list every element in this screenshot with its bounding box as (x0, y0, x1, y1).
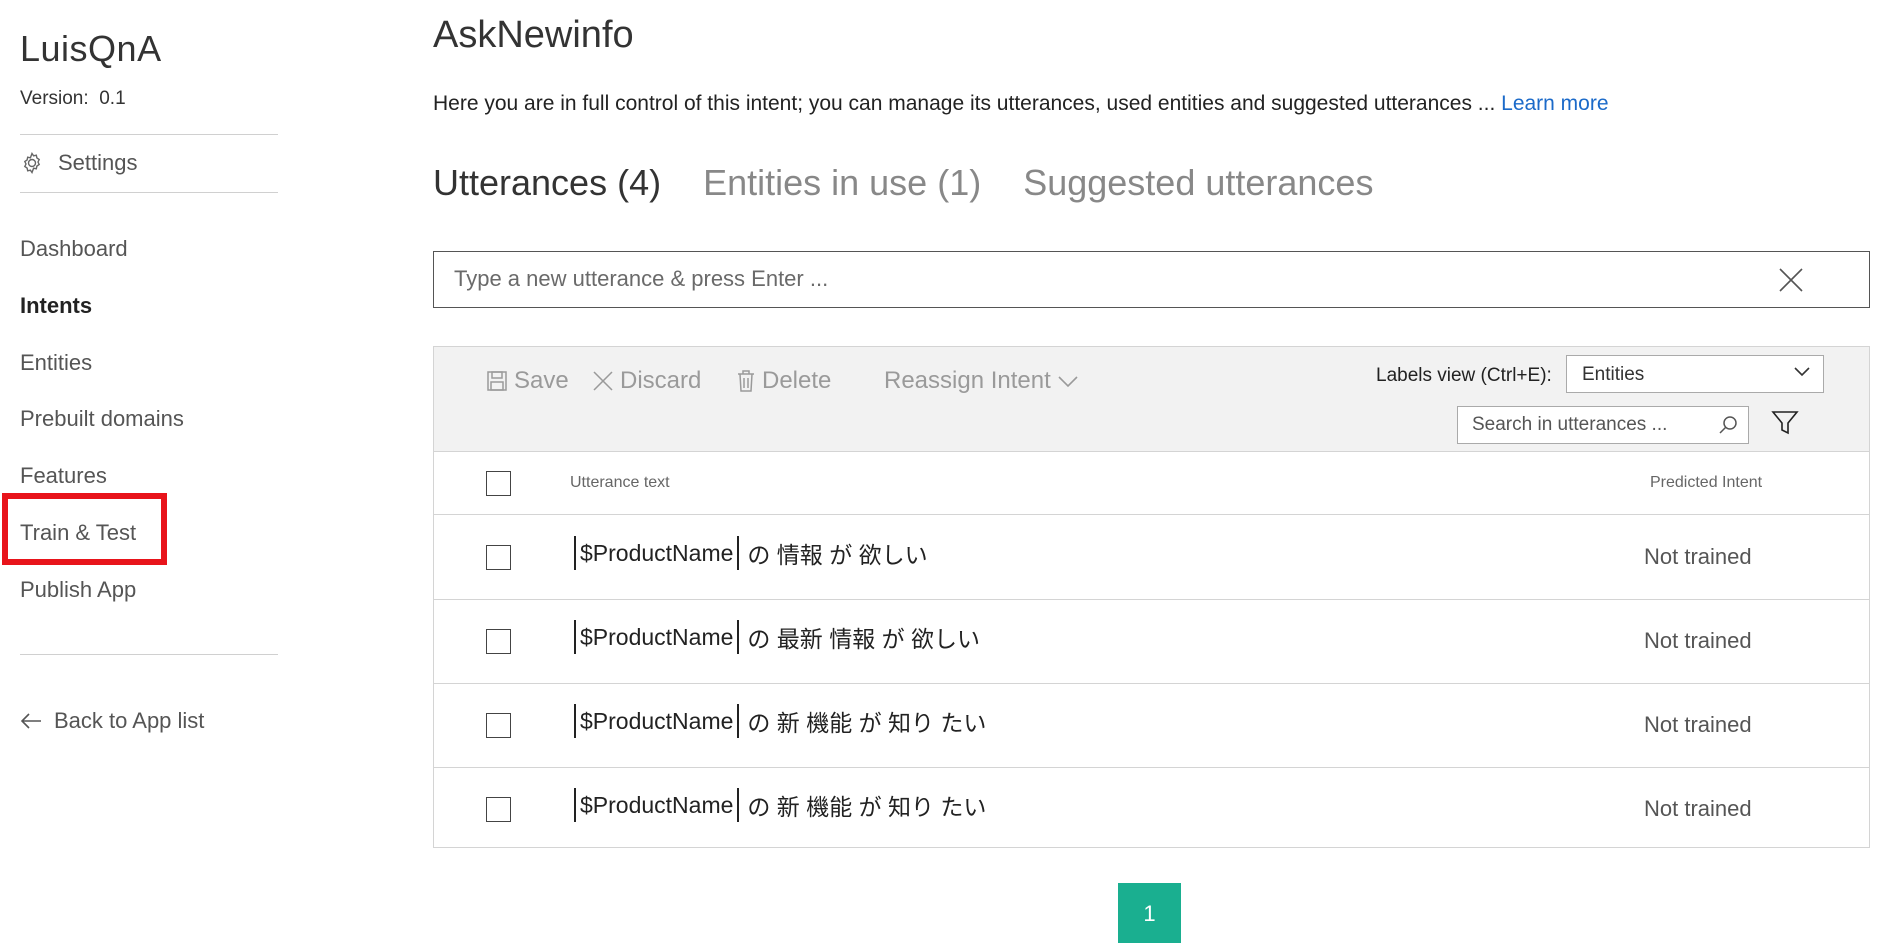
entity-label[interactable]: $ProductName (574, 704, 740, 738)
utterance-text: $ProductName の 新 機能 が 知り たい (574, 788, 986, 822)
sidebar: LuisQnA Version: 0.1 Settings Dashboard … (0, 0, 290, 943)
predicted-intent: Not trained (1644, 544, 1752, 569)
entity-label[interactable]: $ProductName (574, 620, 740, 654)
page-title: AskNewinfo (433, 14, 634, 56)
version-label: Version: (20, 88, 89, 109)
tab-suggested-utterances[interactable]: Suggested utterances (1023, 162, 1373, 204)
table-header: Utterance text Predicted Intent (434, 452, 1869, 515)
intent-description: Here you are in full control of this int… (433, 92, 1609, 116)
delete-label: Delete (762, 367, 832, 394)
highlight-box (2, 493, 167, 565)
predicted-intent: Not trained (1644, 628, 1752, 653)
sidebar-item-publish-app[interactable]: Publish App (20, 577, 136, 603)
version-value: 0.1 (99, 88, 126, 109)
settings-label: Settings (58, 150, 138, 175)
filter-icon[interactable] (1771, 409, 1799, 437)
entity-label[interactable]: $ProductName (574, 788, 740, 822)
divider (20, 134, 278, 135)
row-checkbox[interactable] (486, 797, 511, 822)
reassign-label: Reassign Intent (884, 367, 1051, 394)
back-label: Back to App list (54, 708, 205, 733)
gear-icon (23, 152, 41, 174)
utterance-text: $ProductName の 新 機能 が 知り たい (574, 704, 986, 738)
utterance-words: の 新 機能 が 知り たい (747, 794, 987, 820)
chevron-down-icon (1794, 367, 1810, 377)
save-icon (487, 371, 507, 391)
utterances-grid: Save Discard Delete Reassign Intent Labe… (433, 346, 1870, 848)
save-button[interactable]: Save (486, 367, 569, 395)
sidebar-item-prebuilt-domains[interactable]: Prebuilt domains (20, 406, 184, 432)
utterance-input-box (433, 251, 1870, 308)
new-utterance-input[interactable] (454, 252, 1754, 306)
column-header-predicted-intent: Predicted Intent (1650, 474, 1763, 491)
select-all-checkbox[interactable] (486, 471, 511, 496)
table-row[interactable]: $ProductName の 新 機能 が 知り たい Not trained (434, 684, 1869, 768)
utterance-text: $ProductName の 最新 情報 が 欲しい (574, 620, 980, 654)
entity-label[interactable]: $ProductName (574, 536, 740, 570)
sidebar-item-dashboard[interactable]: Dashboard (20, 236, 128, 262)
grid-toolbar: Save Discard Delete Reassign Intent Labe… (434, 347, 1869, 452)
app-name: LuisQnA (20, 28, 162, 69)
search-box (1457, 406, 1749, 444)
sidebar-item-features[interactable]: Features (20, 463, 107, 489)
tab-utterances[interactable]: Utterances (4) (433, 162, 661, 204)
table-row[interactable]: $ProductName の 情報 が 欲しい Not trained (434, 516, 1869, 600)
learn-more-link[interactable]: Learn more (1501, 92, 1608, 115)
sidebar-item-entities[interactable]: Entities (20, 350, 92, 376)
trash-icon (738, 370, 754, 392)
utterance-words: の 新 機能 が 知り たい (747, 710, 987, 736)
description-text: Here you are in full control of this int… (433, 92, 1496, 115)
row-checkbox[interactable] (486, 629, 511, 654)
divider (20, 192, 278, 193)
pagination-page-1[interactable]: 1 (1118, 883, 1181, 943)
labels-view-label: Labels view (Ctrl+E): (1376, 365, 1552, 386)
predicted-intent: Not trained (1644, 712, 1752, 737)
search-icon[interactable] (1718, 415, 1738, 435)
discard-label: Discard (620, 367, 702, 394)
reassign-intent-button[interactable]: Reassign Intent (884, 367, 1085, 395)
arrow-left-icon (20, 713, 41, 729)
search-input[interactable] (1472, 407, 1702, 443)
row-checkbox[interactable] (486, 713, 511, 738)
save-label: Save (514, 367, 569, 394)
utterance-text: $ProductName の 情報 が 欲しい (574, 536, 928, 570)
close-icon[interactable] (1778, 267, 1804, 293)
close-icon (593, 371, 613, 391)
sidebar-item-intents[interactable]: Intents (20, 293, 92, 319)
back-to-app-list-link[interactable]: Back to App list (20, 708, 204, 734)
utterance-words: の 最新 情報 が 欲しい (747, 626, 980, 652)
utterance-words: の 情報 が 欲しい (747, 542, 928, 568)
app-version: Version: 0.1 (20, 88, 126, 110)
divider (20, 654, 278, 655)
predicted-intent: Not trained (1644, 796, 1752, 821)
tab-entities-in-use[interactable]: Entities in use (1) (703, 162, 981, 204)
column-header-utterance: Utterance text (570, 474, 670, 491)
labels-view-value: Entities (1582, 364, 1645, 385)
table-row[interactable]: $ProductName の 新 機能 が 知り たい Not trained (434, 768, 1869, 852)
table-row[interactable]: $ProductName の 最新 情報 が 欲しい Not trained (434, 600, 1869, 684)
discard-button[interactable]: Discard (592, 367, 701, 395)
settings-link[interactable]: Settings (20, 150, 138, 176)
labels-view-select[interactable]: Entities (1566, 355, 1824, 393)
row-checkbox[interactable] (486, 545, 511, 570)
chevron-down-icon (1058, 376, 1078, 388)
delete-button[interactable]: Delete (736, 367, 831, 395)
tab-bar: Utterances (4) Entities in use (1) Sugge… (433, 162, 1415, 204)
